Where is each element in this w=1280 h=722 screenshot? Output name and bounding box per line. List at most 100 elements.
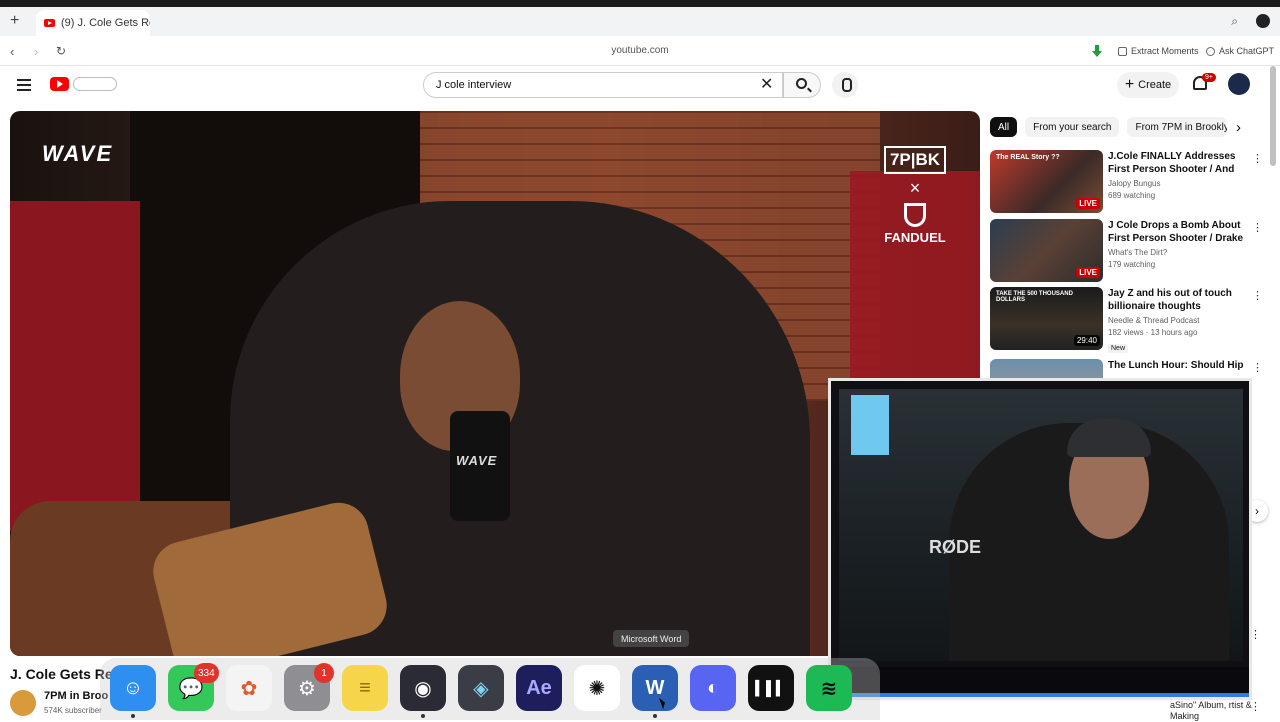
video-title[interactable]: The Lunch Hour: Should Hip xyxy=(1108,359,1244,372)
youtube-logo-icon[interactable] xyxy=(50,77,69,91)
notes-icon[interactable]: ≡ xyxy=(342,665,388,711)
notes-glyph: ≡ xyxy=(359,676,371,699)
video-title[interactable]: J Cole Drops a Bomb About First Person S… xyxy=(1108,219,1244,245)
webcam-feed: RØDE xyxy=(839,389,1243,661)
download-arrow-icon[interactable] xyxy=(1092,45,1102,57)
more-options-icon[interactable]: ⋮ xyxy=(1252,221,1263,234)
subscriber-count: 574K subscriber xyxy=(44,706,102,715)
more-options-icon[interactable]: ⋮ xyxy=(1252,152,1263,165)
ask-chatgpt-label: Ask ChatGPT xyxy=(1219,46,1275,56)
fanduel-shield-icon xyxy=(904,203,926,227)
browser-profile-icon[interactable] xyxy=(1256,14,1270,28)
tab-title: (9) J. Cole Gets Real xyxy=(61,17,150,29)
page-scrollbar[interactable] xyxy=(1270,66,1276,166)
search-input[interactable]: J cole interview xyxy=(423,72,783,98)
live-badge: LIVE xyxy=(1076,198,1100,209)
account-avatar[interactable] xyxy=(1228,73,1250,95)
duration-badge: 29:40 xyxy=(1073,335,1100,346)
rode-mic-text: RØDE xyxy=(929,537,982,557)
channel-avatar[interactable] xyxy=(10,690,36,716)
discord-glyph: ◐ xyxy=(706,676,720,699)
video-meta: 182 views · 13 hours ago xyxy=(1108,328,1198,337)
chatgpt-app-icon[interactable]: ✺ xyxy=(574,665,620,711)
search-icon xyxy=(796,78,807,89)
create-label: Create xyxy=(1138,79,1172,91)
after-effects-icon[interactable]: Ae xyxy=(516,665,562,711)
live-badge: LIVE xyxy=(1076,267,1100,278)
video-info: J Cole Drops a Bomb About First Person S… xyxy=(1108,219,1244,269)
extract-moments-icon xyxy=(1118,46,1127,56)
chatgpt-glyph: ✺ xyxy=(588,677,606,700)
chatgpt-icon xyxy=(1206,46,1215,56)
settings-glyph: ⚙ xyxy=(298,677,316,700)
davinci-resolve-icon[interactable]: ◈ xyxy=(458,665,504,711)
sponsor-x: × xyxy=(909,178,921,198)
new-tab-icon[interactable]: + xyxy=(10,12,19,30)
chip-all[interactable]: All xyxy=(990,117,1018,137)
finder-icon[interactable]: ☺ xyxy=(110,665,156,711)
clear-search-icon[interactable]: ✕ xyxy=(760,74,773,94)
extract-moments-button[interactable]: Extract Moments xyxy=(1118,46,1199,56)
channel-name-main[interactable]: 7PM in Broo xyxy=(44,690,108,702)
running-indicator xyxy=(131,714,135,718)
hamburger-menu-icon[interactable] xyxy=(17,79,31,91)
chip-from-your-search[interactable]: From your search xyxy=(1025,117,1120,137)
video-thumbnail[interactable]: TAKE THE 500 THOUSAND DOLLARS 29:40 xyxy=(990,287,1103,350)
video-meta: 179 watching xyxy=(1108,260,1156,269)
photos-icon[interactable]: ✿ xyxy=(226,665,272,711)
video-thumbnail[interactable]: LIVE xyxy=(990,219,1103,282)
url-field[interactable]: youtube.com xyxy=(0,45,1280,56)
youtube-doodle-logo[interactable] xyxy=(73,77,117,91)
video-info: Jay Z and his out of touch billionaire t… xyxy=(1108,287,1244,355)
recommendation-item[interactable]: TAKE THE 500 THOUSAND DOLLARS 29:40 Jay … xyxy=(990,287,1263,353)
filter-chips: All From your search From 7PM in Brookly… xyxy=(990,117,1228,137)
microphone-brand-text: WAVE xyxy=(456,453,498,468)
browser-tab-active[interactable]: (9) J. Cole Gets Real xyxy=(36,10,150,36)
extract-moments-label: Extract Moments xyxy=(1131,46,1199,56)
messages-badge: 334 xyxy=(194,663,219,683)
recommendation-item[interactable]: The REAL Story ?? LIVE J.Cole FINALLY Ad… xyxy=(990,150,1263,214)
spotify-icon[interactable]: ≋ xyxy=(806,665,852,711)
video-info: The Lunch Hour: Should Hip xyxy=(1108,359,1244,372)
address-bar: ‹ › ↻ youtube.com Extract Moments Ask Ch… xyxy=(0,36,1280,66)
ae-glyph: Ae xyxy=(526,676,552,699)
thumbnail-text: The REAL Story ?? xyxy=(996,154,1060,161)
voice-search-mic-icon[interactable] xyxy=(832,72,858,98)
red-chair-background xyxy=(10,201,140,531)
video-title[interactable]: J.Cole FINALLY Addresses First Person Sh… xyxy=(1108,150,1244,176)
system-settings-badge: 1 xyxy=(314,663,334,683)
thumbnail-text: TAKE THE 500 THOUSAND DOLLARS xyxy=(996,291,1073,303)
channel-name[interactable]: Needle & Thread Podcast xyxy=(1108,316,1244,325)
channel-name[interactable]: What's The Dirt? xyxy=(1108,248,1244,257)
obs-icon[interactable]: ◉ xyxy=(400,665,446,711)
sponsor-watermark: 7P|BK × FANDUEL xyxy=(880,146,950,245)
recommendation-item[interactable]: LIVE J Cole Drops a Bomb About First Per… xyxy=(990,219,1263,283)
discord-icon[interactable]: ◐ xyxy=(690,665,736,711)
dock-tooltip: Microsoft Word xyxy=(613,630,690,647)
resolve-glyph: ◈ xyxy=(473,677,489,700)
notification-count-badge: 9+ xyxy=(1202,73,1216,82)
photos-glyph: ✿ xyxy=(240,677,258,700)
more-options-icon[interactable]: ⋮ xyxy=(1252,361,1263,374)
finder-glyph: ☺ xyxy=(122,676,144,699)
search-button[interactable] xyxy=(783,72,821,98)
recommendation-title-partial[interactable]: aSino" Album, rtist & Making xyxy=(1170,700,1280,722)
7pm-brooklyn-logo: 7P|BK xyxy=(883,146,947,174)
chip-from-channel[interactable]: From 7PM in Brooklyn xyxy=(1127,117,1228,137)
new-badge: New xyxy=(1108,344,1129,353)
obs-glyph: ◉ xyxy=(414,677,432,700)
voice-memos-icon[interactable]: ▍▌▍ xyxy=(748,665,794,711)
fanduel-logo-text: FANDUEL xyxy=(884,230,946,245)
streamer-cap xyxy=(1067,419,1151,457)
video-title[interactable]: Jay Z and his out of touch billionaire t… xyxy=(1108,287,1244,313)
microsoft-word-icon[interactable]: W xyxy=(632,665,678,711)
chevron-right-icon[interactable]: › xyxy=(1236,119,1241,136)
tab-search-icon[interactable]: ⌕ xyxy=(1231,14,1238,29)
create-button[interactable]: + Create xyxy=(1117,72,1179,98)
more-options-icon[interactable]: ⋮ xyxy=(1252,289,1263,302)
youtube-favicon-icon xyxy=(44,19,55,27)
video-thumbnail[interactable]: The REAL Story ?? LIVE xyxy=(990,150,1103,213)
ask-chatgpt-button[interactable]: Ask ChatGPT xyxy=(1206,46,1274,56)
blue-light-decor xyxy=(851,395,889,455)
channel-name[interactable]: Jalopy Bungus xyxy=(1108,179,1244,188)
